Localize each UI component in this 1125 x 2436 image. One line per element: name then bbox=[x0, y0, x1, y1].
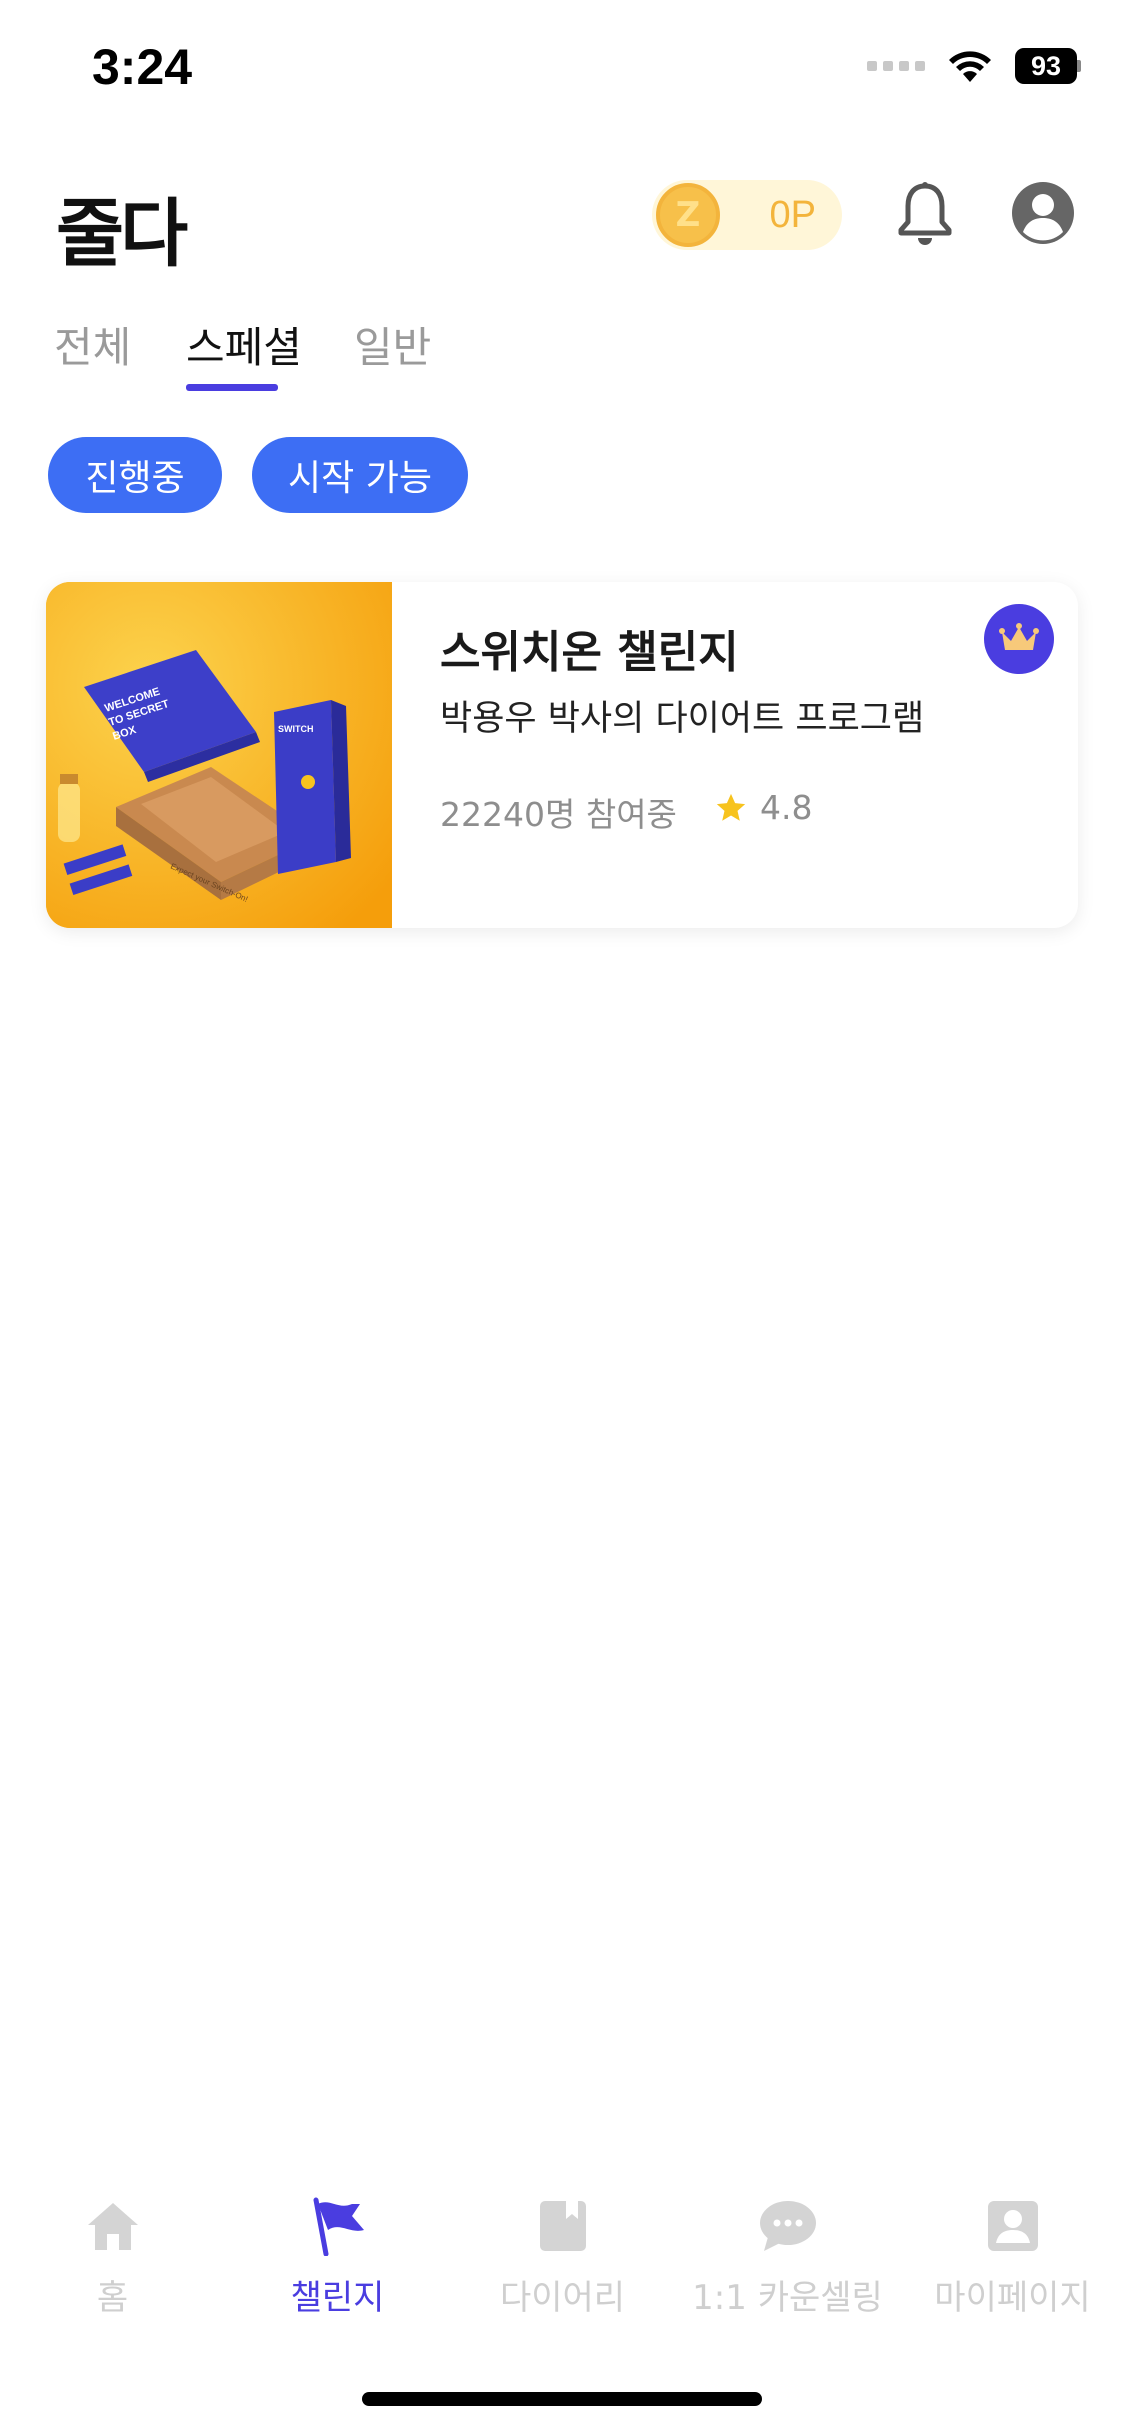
crown-icon bbox=[999, 623, 1039, 650]
tab-special[interactable]: 스페셜 bbox=[186, 314, 302, 375]
profile-icon[interactable] bbox=[1010, 180, 1076, 246]
challenge-thumbnail: WELCOME TO SECRET BOX SWITCH Expect your… bbox=[46, 582, 392, 928]
battery-icon: 93 bbox=[1015, 48, 1077, 84]
svg-text:SWITCH: SWITCH bbox=[278, 724, 314, 734]
points-balance[interactable]: Z 0P bbox=[652, 180, 842, 250]
points-value: 0P bbox=[769, 194, 816, 236]
bell-icon[interactable] bbox=[892, 180, 958, 250]
home-indicator[interactable] bbox=[362, 2392, 762, 2406]
status-bar: 3:24 93 bbox=[0, 0, 1125, 140]
nav-challenge[interactable]: 챌린지 bbox=[225, 2196, 450, 2319]
nav-mypage[interactable]: 마이페이지 bbox=[900, 2196, 1125, 2319]
cellular-signal-icon bbox=[867, 61, 925, 71]
tab-general[interactable]: 일반 bbox=[354, 314, 431, 375]
app-header: 줄다 Z 0P bbox=[0, 160, 1125, 277]
diary-icon bbox=[539, 2201, 586, 2251]
bottom-navigation: 홈 챌린지 다이어리 1:1 카운셀링 마이페이지 bbox=[0, 2180, 1125, 2330]
battery-indicator: 93 bbox=[1015, 48, 1081, 84]
participant-count: 22240명 참여중 bbox=[440, 795, 677, 834]
star-icon bbox=[716, 793, 746, 821]
wifi-icon bbox=[949, 51, 991, 82]
rating-value: 4.8 bbox=[760, 788, 813, 827]
challenge-subtitle: 박용우 박사의 다이어트 프로그램 bbox=[440, 699, 925, 739]
flag-icon bbox=[313, 2197, 364, 2256]
tab-all[interactable]: 전체 bbox=[54, 314, 131, 375]
nav-diary[interactable]: 다이어리 bbox=[450, 2196, 675, 2319]
premium-badge bbox=[984, 604, 1054, 674]
challenge-rating: 4.8 bbox=[714, 788, 812, 827]
filter-available[interactable]: 시작 가능 bbox=[252, 437, 468, 513]
status-icons: 93 bbox=[867, 48, 1081, 84]
chat-icon bbox=[759, 2201, 816, 2251]
challenge-card[interactable]: WELCOME TO SECRET BOX SWITCH Expect your… bbox=[46, 582, 1078, 928]
challenge-title: 스위치온 챌린지 bbox=[440, 627, 739, 678]
person-icon bbox=[987, 2201, 1038, 2251]
nav-counseling[interactable]: 1:1 카운셀링 bbox=[675, 2196, 900, 2319]
category-tabs: 전체 스페셜 일반 bbox=[0, 300, 1125, 400]
active-tab-indicator bbox=[186, 384, 278, 391]
status-time: 3:24 bbox=[92, 39, 193, 95]
nav-home[interactable]: 홈 bbox=[0, 2196, 225, 2319]
filter-in-progress[interactable]: 진행중 bbox=[48, 437, 222, 513]
coin-icon: Z bbox=[656, 183, 720, 247]
app-logo: 줄다 bbox=[56, 191, 188, 277]
home-icon bbox=[87, 2203, 138, 2250]
